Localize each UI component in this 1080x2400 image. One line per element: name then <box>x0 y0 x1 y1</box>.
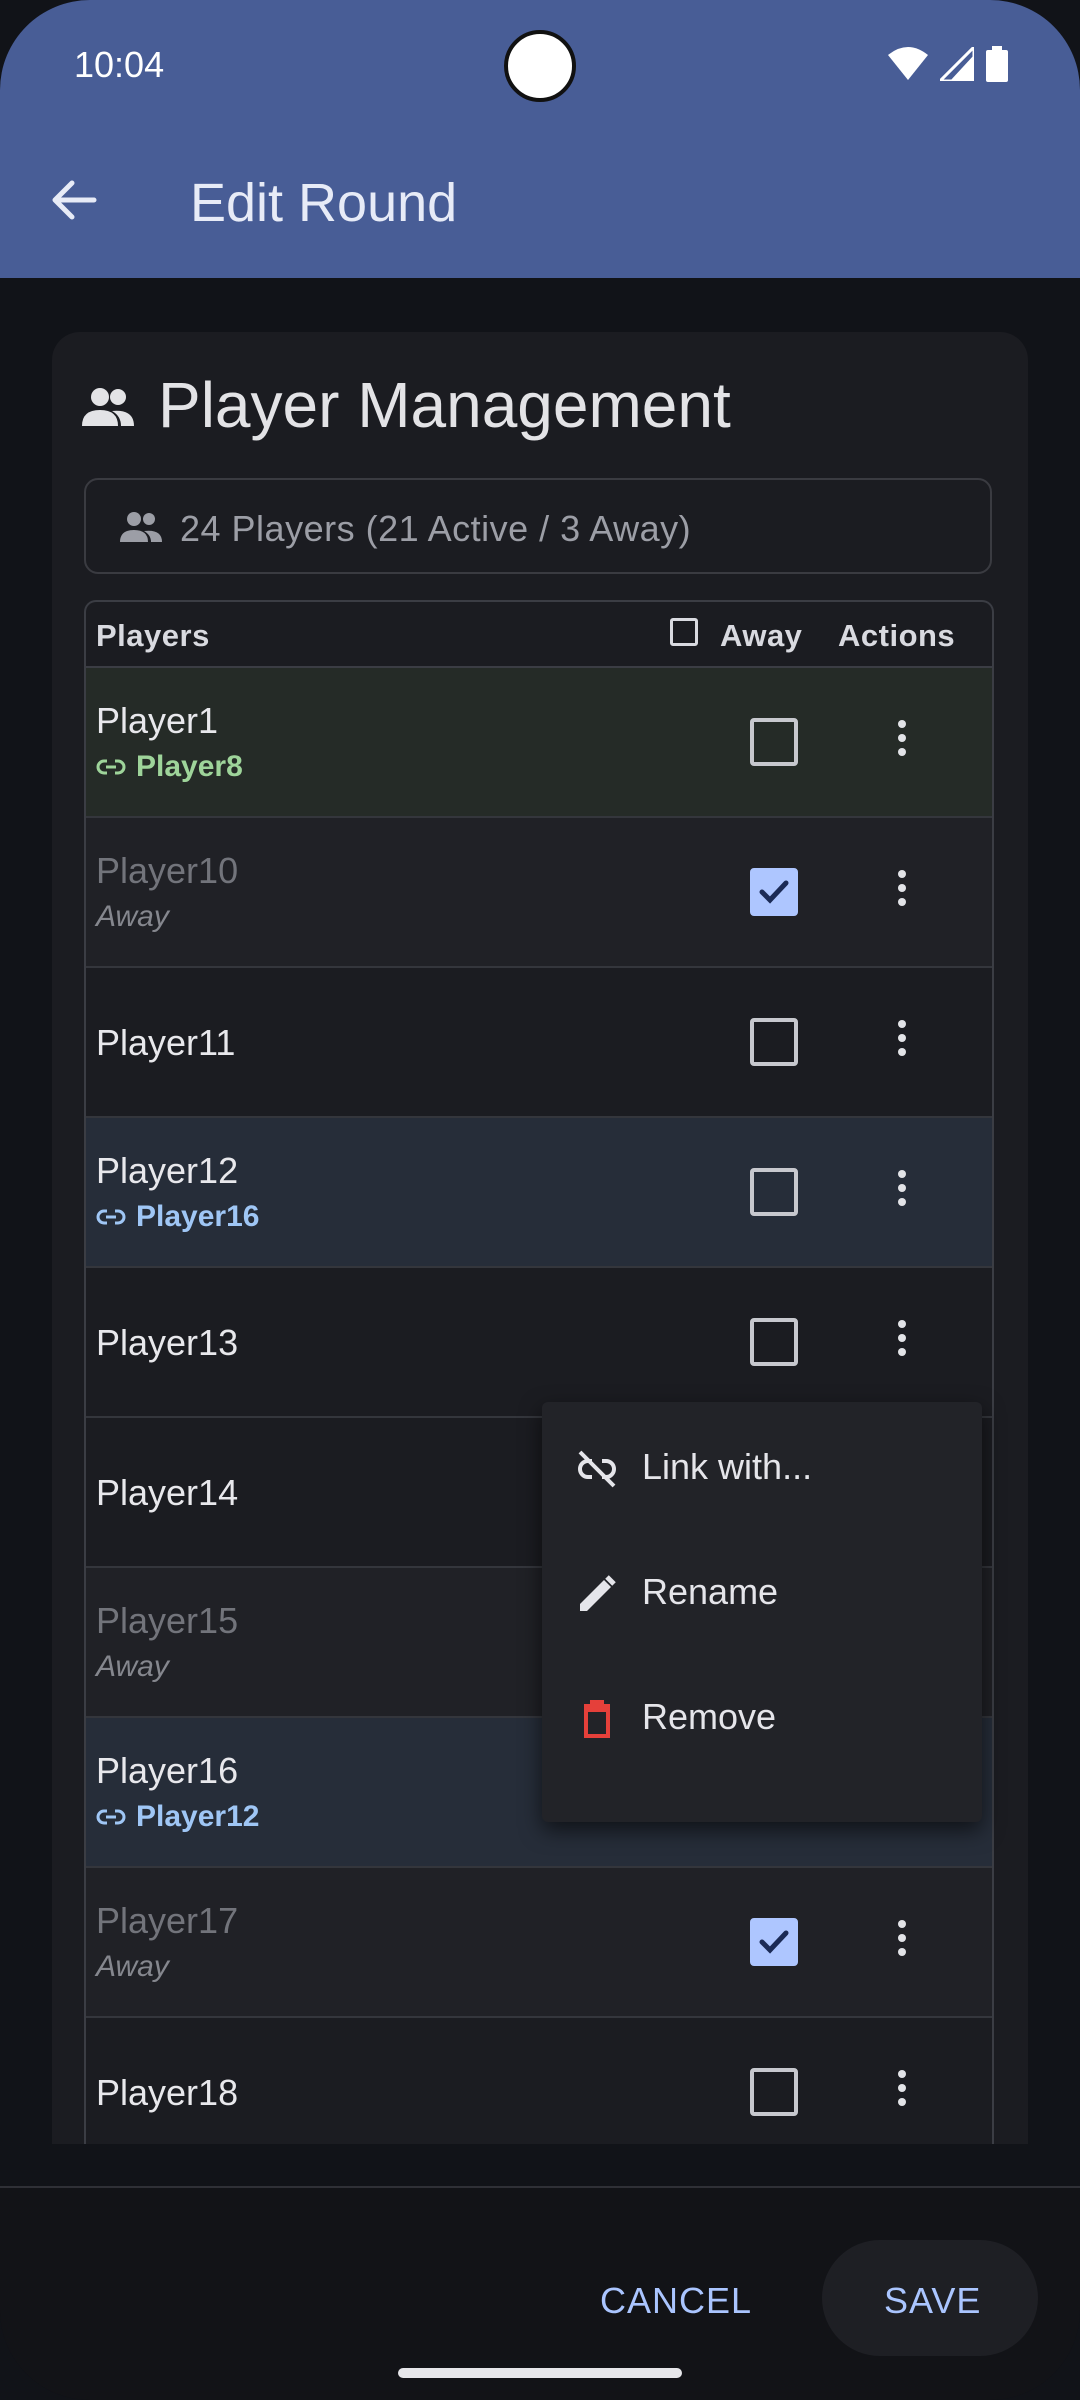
table-row[interactable]: Player17 Away <box>86 1868 992 2018</box>
away-checkbox[interactable] <box>750 1018 798 1066</box>
away-label: Away <box>96 1650 169 1684</box>
wifi-icon <box>888 47 928 80</box>
away-checkbox[interactable] <box>750 1918 798 1966</box>
player-count-text: 24 Players (21 Active / 3 Away) <box>180 508 692 549</box>
player-name: Player17 <box>96 1900 239 1941</box>
link-icon <box>96 759 126 775</box>
menu-item-remove[interactable]: Remove <box>542 1662 982 1772</box>
away-label: Away <box>96 1950 169 1984</box>
player-name: Player1 <box>96 700 219 741</box>
linked-player-name: Player12 <box>136 1800 260 1833</box>
away-checkbox[interactable] <box>750 1168 798 1216</box>
player-name: Player14 <box>96 1472 239 1513</box>
status-time: 10:04 <box>74 44 165 85</box>
menu-item-rename[interactable]: Rename <box>542 1537 982 1647</box>
table-header: Players Away Actions <box>86 602 992 668</box>
save-button[interactable]: SAVE <box>822 2240 1038 2356</box>
away-text: Away <box>96 1950 169 1983</box>
more-vert-icon[interactable] <box>894 1920 910 1964</box>
player-name: Player13 <box>96 1322 239 1363</box>
player-name: Player10 <box>96 850 239 891</box>
away-checkbox[interactable] <box>750 1318 798 1366</box>
linked-player: Player16 <box>96 1200 259 1234</box>
link-off-icon <box>578 1450 616 1488</box>
menu-item-link-with[interactable]: Link with... <box>542 1412 982 1522</box>
status-icons <box>888 46 1008 82</box>
menu-item-label: Link with... <box>642 1446 813 1487</box>
context-menu: Link with... Rename Remove <box>542 1402 982 1822</box>
more-vert-icon[interactable] <box>894 1020 910 1064</box>
more-vert-icon[interactable] <box>894 720 910 764</box>
select-all-away-checkbox[interactable] <box>670 618 698 646</box>
table-row[interactable]: Player18 <box>86 2018 992 2144</box>
away-text: Away <box>96 1650 169 1683</box>
player-name: Player18 <box>96 2072 239 2113</box>
check-icon <box>759 1930 789 1954</box>
table-row[interactable]: Player10 Away <box>86 818 992 968</box>
table-row[interactable]: Player11 <box>86 968 992 1118</box>
page-title: Edit Round <box>190 173 458 233</box>
player-name: Player11 <box>96 1022 236 1063</box>
arrow-left-icon[interactable] <box>44 170 104 230</box>
pencil-icon <box>580 1575 616 1611</box>
check-icon <box>759 880 789 904</box>
more-vert-icon[interactable] <box>894 2070 910 2114</box>
more-vert-icon[interactable] <box>894 1320 910 1364</box>
header-away: Away <box>720 618 803 653</box>
player-name: Player15 <box>96 1600 239 1641</box>
linked-player-name: Player16 <box>136 1200 260 1233</box>
header-actions: Actions <box>838 618 956 653</box>
header-players: Players <box>96 618 210 653</box>
card-title: Player Management <box>158 369 731 441</box>
link-icon <box>96 1209 126 1225</box>
link-icon <box>96 1809 126 1825</box>
table-row[interactable]: Player12 Player16 <box>86 1118 992 1268</box>
cancel-button[interactable]: CANCEL <box>600 2280 752 2322</box>
battery-icon <box>986 46 1008 82</box>
away-checkbox[interactable] <box>750 718 798 766</box>
linked-player: Player12 <box>96 1800 259 1834</box>
save-button-label: SAVE <box>884 2280 982 2321</box>
bottom-action-bar: CANCEL SAVE <box>0 2186 1080 2400</box>
away-checkbox[interactable] <box>750 2068 798 2116</box>
signal-icon <box>940 47 974 81</box>
away-checkbox[interactable] <box>750 868 798 916</box>
people-icon <box>82 388 134 426</box>
trash-icon <box>584 1700 610 1738</box>
camera-cutout <box>504 30 576 102</box>
table-row[interactable]: Player1 Player8 <box>86 668 992 818</box>
home-indicator[interactable] <box>398 2368 682 2378</box>
more-vert-icon[interactable] <box>894 870 910 914</box>
table-row[interactable]: Player13 <box>86 1268 992 1418</box>
app-bar: 10:04 Edit Round <box>0 0 1080 278</box>
linked-player: Player8 <box>96 750 243 784</box>
phone-screen: 10:04 Edit Round Player Management 24 Pl… <box>0 0 1080 2400</box>
player-name: Player12 <box>96 1150 239 1191</box>
people-icon <box>120 512 162 542</box>
player-count-box: 24 Players (21 Active / 3 Away) <box>84 478 992 574</box>
more-vert-icon[interactable] <box>894 1170 910 1214</box>
player-management-card: Player Management 24 Players (21 Active … <box>52 332 1028 2144</box>
menu-item-label: Rename <box>642 1571 779 1612</box>
away-text: Away <box>96 900 169 933</box>
player-name: Player16 <box>96 1750 239 1791</box>
players-table: Players Away Actions Player1 Player8 Playe… <box>84 600 994 2144</box>
away-label: Away <box>96 900 169 934</box>
linked-player-name: Player8 <box>136 750 243 783</box>
menu-item-label: Remove <box>642 1696 777 1737</box>
